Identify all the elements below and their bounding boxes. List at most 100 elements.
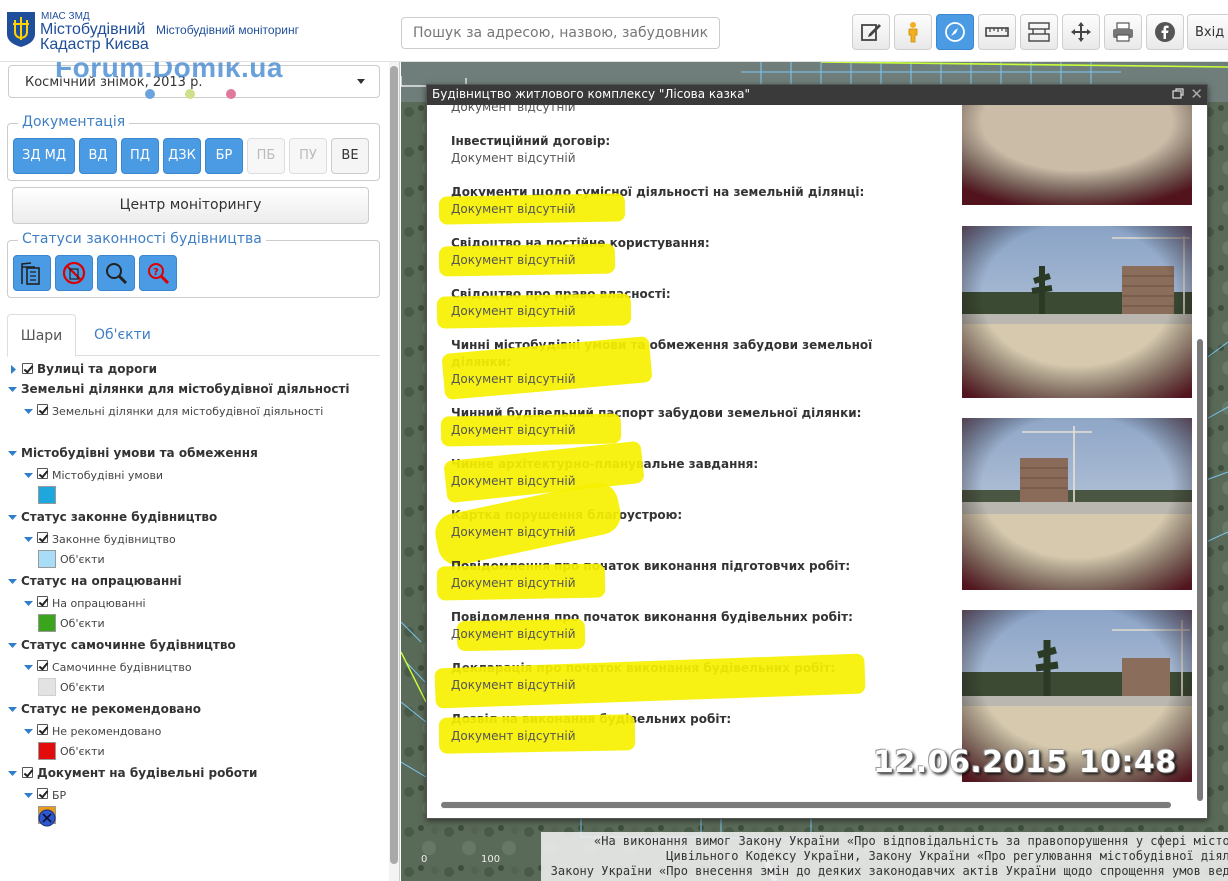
illegal-checkbox[interactable]	[37, 660, 48, 671]
compass-button[interactable]	[936, 14, 974, 50]
permit-checkbox[interactable]	[37, 788, 48, 799]
area-measure-button[interactable]	[1020, 14, 1058, 50]
popup-horizontal-scrollbar[interactable]	[441, 801, 1171, 809]
illegal-objects-label: Об'єкти	[60, 681, 105, 694]
doc-button-pd[interactable]: ПД	[121, 138, 159, 174]
monitoring-center-button[interactable]: Центр моніторингу	[12, 187, 369, 224]
sidebar-tabs: Шари Об'єкти	[7, 314, 380, 357]
not-recommended-objects-label: Об'єкти	[60, 745, 105, 758]
pan-button[interactable]	[1062, 14, 1100, 50]
ruler-icon	[985, 27, 1009, 37]
layer-group-conditions[interactable]: Містобудівні умови та обмеження	[21, 446, 258, 462]
area-measure-icon	[1028, 22, 1050, 42]
layer-group-not-recommended[interactable]: Статус не рекомендовано	[21, 702, 201, 718]
chevron-down-icon[interactable]	[24, 599, 33, 608]
popup-vertical-scrollbar-thumb[interactable]	[1197, 339, 1203, 801]
not-recommended-checkbox[interactable]	[37, 724, 48, 735]
construction-photo[interactable]	[962, 105, 1192, 205]
doc-status: Документ відсутній	[438, 193, 891, 225]
facebook-icon	[1155, 22, 1175, 42]
legal-objects-label: Об'єкти	[60, 553, 105, 566]
chevron-down-icon[interactable]	[24, 663, 33, 672]
permit-group-checkbox[interactable]	[22, 767, 33, 778]
photo-timestamp: 12.06.2015 10:48	[873, 745, 1177, 780]
doc-item: Декларація про початок виконання будівел…	[434, 653, 891, 709]
chevron-down-icon[interactable]	[24, 471, 33, 480]
layer-group-land[interactable]: Земельні ділянки для містобудівної діяль…	[21, 382, 350, 398]
tab-layers[interactable]: Шари	[7, 314, 76, 357]
doc-button-dzk[interactable]: ДЗК	[163, 138, 201, 174]
maximize-icon[interactable]	[1171, 87, 1185, 101]
tab-objects[interactable]: Об'єкти	[94, 314, 151, 356]
sidebar-scrollbar-thumb[interactable]	[390, 66, 398, 864]
layer-streets[interactable]: Вулиці та дороги	[37, 362, 157, 378]
construction-photo[interactable]	[962, 226, 1192, 398]
streets-checkbox[interactable]	[22, 363, 33, 374]
chevron-down-icon[interactable]	[8, 385, 17, 394]
layer-group-illegal[interactable]: Статус самочинне будівництво	[21, 638, 236, 654]
layer-conditions[interactable]: Містобудівні умови	[52, 469, 163, 485]
caret-down-icon	[357, 79, 365, 84]
doc-status: Документ відсутній	[438, 714, 891, 754]
chevron-down-icon[interactable]	[8, 449, 17, 458]
doc-button-pb[interactable]: ПБ	[247, 138, 285, 174]
search-status-button[interactable]	[97, 255, 135, 291]
legal-checkbox[interactable]	[37, 532, 48, 543]
doc-item: Картка порушення благоустрою: Документ в…	[431, 479, 891, 569]
land-checkbox[interactable]	[37, 404, 48, 415]
legal-construction-button[interactable]	[13, 255, 51, 291]
street-view-button[interactable]	[894, 14, 932, 50]
layer-group-legal[interactable]: Статус законне будівництво	[21, 510, 217, 526]
chevron-down-icon[interactable]	[24, 727, 33, 736]
doc-item: Чинне архітектурно-планувальне завдання:…	[443, 440, 891, 504]
street-view-person-icon	[908, 22, 918, 43]
processing-checkbox[interactable]	[37, 596, 48, 607]
chevron-down-icon[interactable]	[24, 407, 33, 416]
layer-legal[interactable]: Законне будівництво	[52, 533, 176, 549]
search-input[interactable]	[401, 17, 720, 49]
layer-land[interactable]: Земельні ділянки для містобудівної діяль…	[52, 405, 323, 421]
popup-titlebar[interactable]: Будівництво житлового комплексу "Лісова …	[427, 85, 1207, 105]
chevron-down-icon[interactable]	[8, 513, 17, 522]
chevron-down-icon[interactable]	[24, 535, 33, 544]
layer-processing[interactable]: На опрацюванні	[52, 597, 146, 613]
doc-status: Документ відсутній	[451, 105, 576, 114]
scale-zero-label: 0	[421, 854, 428, 865]
layer-group-permit[interactable]: Документ на будівельні роботи	[37, 766, 257, 782]
doc-button-pu[interactable]: ПУ	[289, 138, 327, 174]
chevron-down-icon[interactable]	[8, 577, 17, 586]
doc-button-zdmd[interactable]: ЗД МД	[13, 138, 75, 174]
close-icon[interactable]: ✕	[1190, 85, 1203, 103]
layer-permit[interactable]: БР	[52, 789, 66, 805]
chevron-down-icon[interactable]	[8, 769, 17, 778]
conditions-swatch	[38, 550, 56, 568]
doc-button-br[interactable]: БР	[205, 138, 243, 174]
chevron-down-icon[interactable]	[24, 791, 33, 800]
ruler-button[interactable]	[978, 14, 1016, 50]
doc-status: Документ відсутній	[441, 336, 891, 400]
construction-photo[interactable]	[962, 418, 1192, 590]
layer-group-processing[interactable]: Статус на опрацюванні	[21, 574, 182, 590]
doc-item: Свідоцтво на постійне користування: Доку…	[438, 235, 891, 277]
no-construction-button[interactable]	[55, 255, 93, 291]
question-status-button[interactable]: ?	[139, 255, 177, 291]
conditions-checkbox[interactable]	[37, 468, 48, 479]
popup-vertical-scrollbar[interactable]	[1195, 105, 1204, 801]
layer-illegal[interactable]: Самочинне будівництво	[52, 661, 192, 677]
layer-not-recommended[interactable]: Не рекомендовано	[52, 725, 161, 741]
no-construction-icon	[62, 261, 86, 285]
sidebar-scrollbar[interactable]	[389, 62, 399, 881]
watermark-dot-blue	[145, 89, 155, 99]
login-button[interactable]: Вхід	[1187, 14, 1228, 50]
chevron-right-icon[interactable]	[9, 365, 18, 374]
chevron-down-icon[interactable]	[8, 641, 17, 650]
doc-item: Свідоцтво про право власності: Документ …	[436, 286, 891, 329]
edit-button[interactable]	[852, 14, 890, 50]
print-button[interactable]	[1104, 14, 1142, 50]
chevron-down-icon[interactable]	[8, 705, 17, 714]
doc-item-top: Документ відсутній	[451, 105, 891, 116]
facebook-button[interactable]	[1146, 14, 1184, 50]
popup-horizontal-scrollbar-thumb[interactable]	[441, 802, 1171, 808]
doc-button-vd[interactable]: ВД	[79, 138, 117, 174]
doc-button-ve[interactable]: ВЕ	[331, 138, 369, 174]
